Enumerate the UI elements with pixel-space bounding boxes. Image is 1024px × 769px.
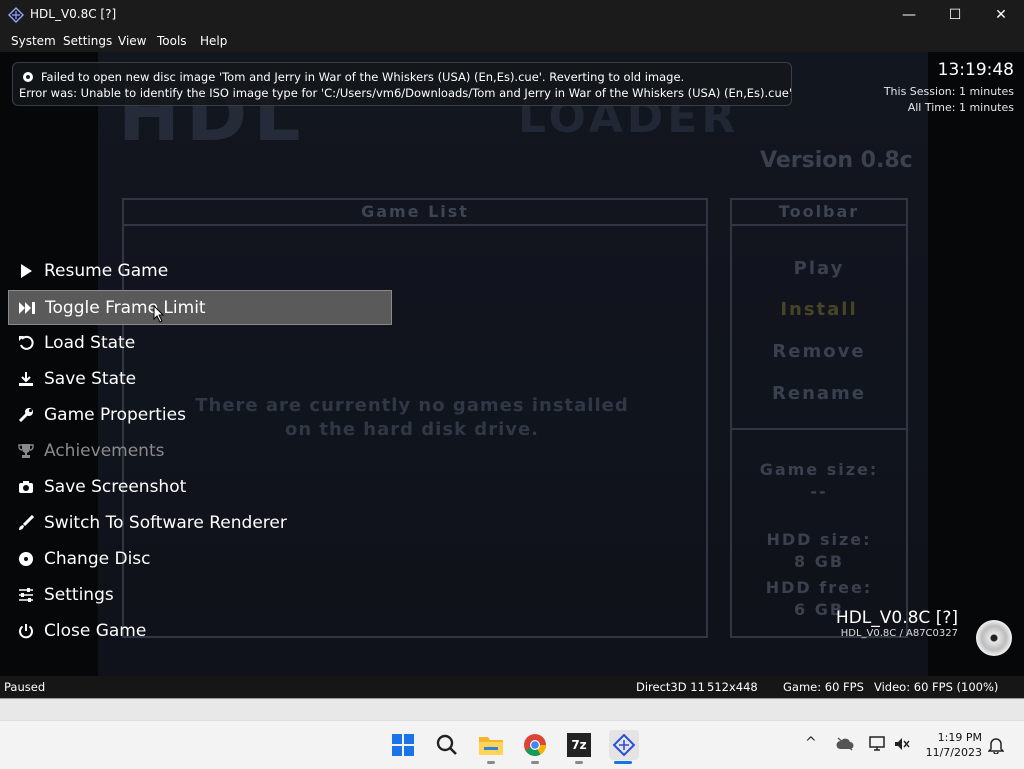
menu-toggle-frame-limit[interactable]: Toggle Frame Limit <box>8 290 392 325</box>
title-bar: HDL_V0.8C [?] — ☐ ✕ <box>0 0 1024 30</box>
start-icon[interactable] <box>389 731 417 759</box>
network-icon[interactable] <box>868 736 886 752</box>
menu-system[interactable]: System <box>11 34 56 48</box>
taskbar: 7z ^ 1:19 PM 11/7/2023 <box>0 720 1024 769</box>
close-icon: ✕ <box>995 7 1007 23</box>
menu-close-game[interactable]: Close Game <box>8 614 390 648</box>
file-explorer-icon[interactable] <box>477 731 505 759</box>
search-icon[interactable] <box>433 731 461 759</box>
app-icon <box>8 7 24 23</box>
menu-item-label: Achievements <box>44 441 165 461</box>
menu-item-label: Game Properties <box>44 405 186 425</box>
7zip-running-indicator <box>575 761 583 764</box>
status-video-fps: Video: 60 FPS (100%) <box>874 680 999 694</box>
disc-icon <box>8 551 44 567</box>
menu-item-label: Load State <box>44 333 136 353</box>
game-title: HDL_V0.8C [?] <box>835 608 958 628</box>
menu-item-label: Save Screenshot <box>44 477 187 497</box>
menu-tools[interactable]: Tools <box>157 34 187 48</box>
sliders-icon <box>8 588 44 602</box>
disc-cover-icon <box>976 620 1012 656</box>
maximize-icon: ☐ <box>948 7 962 23</box>
game-serial: HDL_V0.8C / A87C0327 <box>840 628 958 639</box>
pcsx2-active-indicator <box>614 761 632 764</box>
download-icon <box>8 371 44 387</box>
game-info: HDL_V0.8C [?] HDL_V0.8C / A87C0327 <box>836 608 958 639</box>
7zip-icon[interactable]: 7z <box>565 731 593 759</box>
wrench-icon <box>8 407 44 423</box>
menu-resume-game[interactable]: Resume Game <box>8 254 390 288</box>
error-notification: Failed to open new disc image 'Tom and J… <box>12 62 792 106</box>
7zip-label: 7z <box>567 733 591 757</box>
menu-view[interactable]: View <box>118 34 146 48</box>
undo-icon <box>8 335 44 351</box>
all-time: All Time: 1 minutes <box>907 101 1014 114</box>
minimize-button[interactable]: — <box>886 0 932 30</box>
notification-line1: Failed to open new disc image 'Tom and J… <box>41 70 685 84</box>
play-time-info: This Session: 1 minutes All Time: 1 minu… <box>884 84 1014 116</box>
pcsx2-icon[interactable] <box>609 730 639 760</box>
power-icon <box>8 623 44 639</box>
brush-icon <box>8 515 44 531</box>
menu-save-screenshot[interactable]: Save Screenshot <box>8 470 390 504</box>
window-title: HDL_V0.8C [?] <box>30 7 117 21</box>
taskbar-clock[interactable]: 1:19 PM 11/7/2023 <box>926 730 982 760</box>
onedrive-icon[interactable] <box>836 737 854 751</box>
status-renderer: Direct3D 11 <box>636 680 705 694</box>
session-time: This Session: 1 minutes <box>883 85 1014 98</box>
status-bar: Paused Direct3D 11 512x448 Game: 60 FPS … <box>0 676 1024 698</box>
menu-change-disc[interactable]: Change Disc <box>8 542 390 576</box>
menu-item-label: Close Game <box>44 621 147 641</box>
warning-icon <box>23 72 33 82</box>
trophy-icon <box>8 443 44 459</box>
taskbar-time: 1:19 PM <box>937 731 982 744</box>
menu-save-state[interactable]: Save State <box>8 362 390 396</box>
horizontal-scrollbar[interactable] <box>0 698 1024 721</box>
status-game-fps: Game: 60 FPS <box>783 680 864 694</box>
menu-item-label: Switch To Software Renderer <box>44 513 287 533</box>
volume-muted-icon[interactable] <box>894 737 910 751</box>
menu-item-label: Change Disc <box>44 549 151 569</box>
fast-forward-icon <box>9 301 45 315</box>
menu-item-label: Save State <box>44 369 137 389</box>
game-display: HDL LOADER Version 0.8c Game List There … <box>0 52 1024 676</box>
menu-settings[interactable]: Settings <box>8 578 390 612</box>
explorer-running-indicator <box>487 761 495 764</box>
status-resolution: 512x448 <box>707 680 758 694</box>
chrome-icon[interactable] <box>521 731 549 759</box>
camera-icon <box>8 480 44 494</box>
close-window-button[interactable]: ✕ <box>978 0 1024 30</box>
menu-settings[interactable]: Settings <box>63 34 112 48</box>
menu-help[interactable]: Help <box>200 34 227 48</box>
menu-bar: System Settings View Tools Help <box>0 30 1024 52</box>
play-icon <box>8 263 44 279</box>
menu-achievements[interactable]: Achievements <box>8 434 390 468</box>
chrome-running-indicator <box>531 761 539 764</box>
notification-line2: Error was: Unable to identify the ISO im… <box>19 86 792 100</box>
notification-bell-icon[interactable] <box>988 736 1004 754</box>
overlay-clock: 13:19:48 <box>937 60 1014 80</box>
menu-item-label: Toggle Frame Limit <box>45 297 206 318</box>
menu-game-properties[interactable]: Game Properties <box>8 398 390 432</box>
menu-switch-renderer[interactable]: Switch To Software Renderer <box>8 506 390 540</box>
menu-item-label: Settings <box>44 585 114 605</box>
menu-item-label: Resume Game <box>44 261 169 281</box>
maximize-button[interactable]: ☐ <box>932 0 978 30</box>
taskbar-date: 11/7/2023 <box>925 746 982 759</box>
mouse-cursor-icon <box>153 305 165 323</box>
chevron-up-icon[interactable]: ^ <box>805 735 817 751</box>
minimize-icon: — <box>902 7 916 23</box>
status-state: Paused <box>4 680 46 694</box>
menu-load-state[interactable]: Load State <box>8 326 390 360</box>
